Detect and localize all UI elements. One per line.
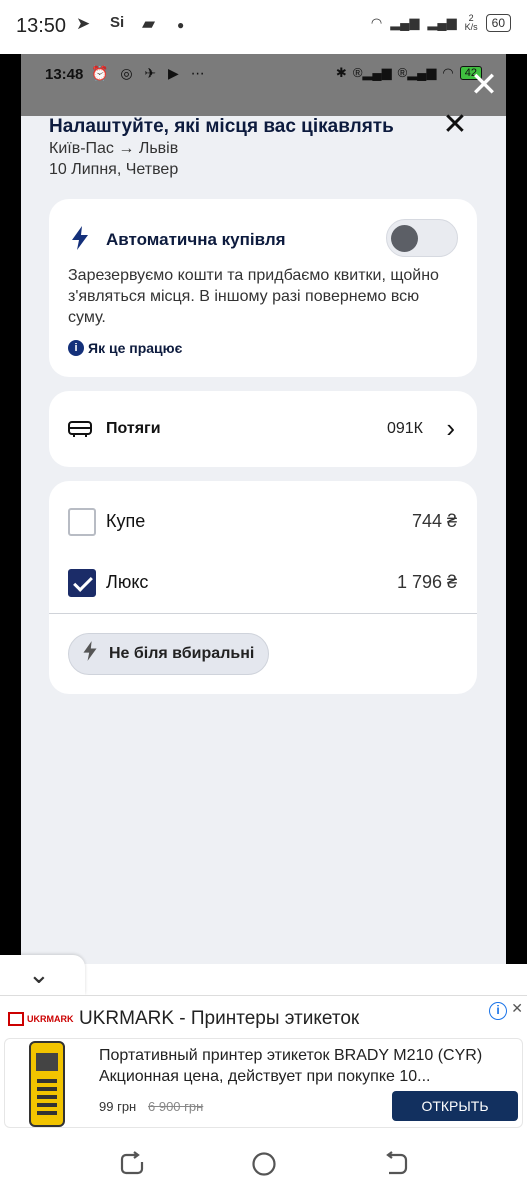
chevron-right-icon: › <box>446 413 455 443</box>
train-number: 091К <box>386 420 423 437</box>
bluetooth-icon: ✱ <box>335 65 347 80</box>
toggle-knob <box>391 225 418 252</box>
how-it-works-label: Як це працює <box>88 340 183 356</box>
class-selection-card: Купе 744 ₴ Люкс 1 796 ₴ Не біля вбиральн… <box>49 481 477 694</box>
inner-left-icons: ⏰ ◎ ✈ ▶ ⋯ <box>91 65 209 81</box>
back-icon[interactable] <box>381 1149 411 1179</box>
trains-label: Потяги <box>106 420 161 437</box>
ad-info-icon[interactable]: i <box>489 1002 507 1020</box>
route-text: Київ-Пас → Львів <box>49 140 179 157</box>
ad-description: Портативный принтер этикеток BRADY M210 … <box>99 1047 483 1085</box>
trains-card[interactable]: Потяги 091К › <box>49 391 477 467</box>
phone-status-right: ◠ ▂▄▆ ▂▄▆ 2 K/s 60 <box>371 14 511 32</box>
ad-logo: UKRMARK <box>8 1012 74 1026</box>
phone-status-bar: 13:50 ➤ Si ▰ ● ◠ ▂▄▆ ▂▄▆ 2 K/s 60 <box>0 0 527 54</box>
auto-purchase-card: Автоматична купівля Зарезервуємо кошти т… <box>49 199 477 377</box>
ad-title[interactable]: UKRMARK - Принтеры этикеток <box>79 1008 359 1030</box>
net-speed: 2 K/s <box>464 13 478 32</box>
lightning-icon <box>69 225 91 257</box>
page-title: Налаштуйте, які місця вас цікавлять <box>49 116 394 137</box>
signal2-icon: ▂▄▆ <box>427 15 457 30</box>
ad-price: 99 грн <box>99 1099 137 1114</box>
class-price: 744 ₴ <box>411 511 457 531</box>
black-band-right <box>506 54 527 964</box>
wifi-icon: ◠ <box>442 65 454 80</box>
overlay-close-icon[interactable]: ✕ <box>466 68 502 104</box>
class-label: Купе <box>106 511 146 531</box>
chip-label: Не біля вбиральні <box>109 645 255 662</box>
divider <box>49 613 477 614</box>
ukrmark-logo-icon <box>8 1012 24 1026</box>
date-text: 10 Липня, Четвер <box>49 161 179 178</box>
lux-checkbox[interactable] <box>68 569 96 597</box>
navigation-bar <box>0 1133 527 1200</box>
auto-purchase-title: Автоматична купівля <box>106 230 286 249</box>
wifi-icon: ◠ <box>370 15 383 30</box>
chevron-down-icon: ⌄ <box>28 959 50 989</box>
inner-clock: 13:48 <box>45 66 84 83</box>
auto-purchase-description: Зарезервуємо кошти та придбаємо квитки, … <box>68 267 439 326</box>
collapse-handle[interactable]: ⌄ <box>0 955 85 995</box>
signal-icon: ®▂▄▆ <box>352 65 392 80</box>
label-printer-image <box>29 1041 65 1127</box>
dot-icon: ● <box>177 18 185 32</box>
phone-clock: 13:50 <box>16 15 67 37</box>
how-it-works-link[interactable]: i Як це працює <box>68 340 182 356</box>
inner-right-icons: ✱ ®▂▄▆ ®▂▄▆ ◠ 42 <box>336 65 482 81</box>
class-label: Люкс <box>106 572 149 592</box>
train-icon <box>68 418 94 443</box>
info-icon: i <box>68 340 84 356</box>
inner-status-bar: 13:48 ⏰ ◎ ✈ ▶ ⋯ ✱ ®▂▄▆ ®▂▄▆ ◠ 42 <box>21 54 506 116</box>
ad-old-price: 6 900 грн <box>148 1099 204 1114</box>
class-option-kupe[interactable]: Купе 744 ₴ <box>49 491 477 551</box>
ad-brand: UKRMARK <box>27 1014 74 1024</box>
ad-card[interactable]: Портативный принтер этикеток BRADY M210 … <box>4 1038 523 1128</box>
battery-indicator: 60 <box>485 14 511 32</box>
ad-close-icon[interactable]: ✕ <box>511 1000 523 1017</box>
auto-purchase-toggle[interactable] <box>386 219 458 257</box>
class-option-lux[interactable]: Люкс 1 796 ₴ <box>49 552 477 612</box>
class-price: 1 796 ₴ <box>396 572 457 592</box>
ad-banner[interactable]: UKRMARK UKRMARK - Принтеры этикеток i ✕ … <box>0 995 527 1133</box>
home-icon[interactable] <box>249 1149 279 1179</box>
message-icon: ▰ <box>142 14 156 33</box>
telegram-icon: ➤ <box>76 14 91 33</box>
not-near-toilet-chip[interactable]: Не біля вбиральні <box>68 633 270 675</box>
signal-icon: ▂▄▆ <box>390 15 420 30</box>
si-app-icon: Si <box>110 14 125 31</box>
recent-apps-icon[interactable] <box>117 1149 147 1179</box>
lightning-icon <box>81 640 99 668</box>
signal2-icon: ®▂▄▆ <box>397 65 437 80</box>
black-band-left <box>0 54 21 964</box>
ad-open-button[interactable]: ОТКРЫТЬ <box>392 1091 518 1121</box>
kupe-checkbox[interactable] <box>68 508 96 536</box>
close-icon[interactable]: ✕ <box>440 110 470 140</box>
app-screen: 13:48 ⏰ ◎ ✈ ▶ ⋯ ✱ ®▂▄▆ ®▂▄▆ ◠ 42 ✕ Налаш… <box>21 54 506 964</box>
